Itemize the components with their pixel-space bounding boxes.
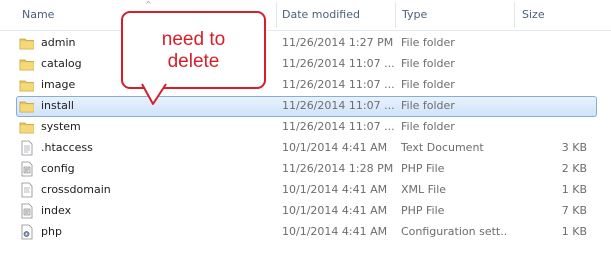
folder-icon (19, 56, 35, 74)
column-divider[interactable] (514, 2, 515, 28)
date-modified: 11/26/2014 1:27 PM (282, 36, 394, 49)
column-divider[interactable] (276, 2, 277, 28)
file-size (520, 117, 587, 137)
file-name: php (41, 225, 62, 238)
file-row-index[interactable]: index 10/1/2014 4:41 AM PHP File 7 KB (0, 201, 611, 221)
file-name: .htaccess (41, 141, 93, 154)
xml-file-icon (19, 182, 35, 200)
file-size: 7 KB (561, 204, 587, 217)
file-row-crossdomain[interactable]: crossdomain 10/1/2014 4:41 AM XML File 1 KB (0, 180, 611, 200)
php-file-icon (19, 161, 35, 179)
callout-pointer (141, 83, 167, 105)
file-size (520, 96, 587, 116)
file-type: Text Document (401, 141, 484, 154)
file-row-dot-htaccess[interactable]: .htaccess 10/1/2014 4:41 AM Text Document 3… (0, 138, 611, 158)
file-type: XML File (401, 183, 447, 196)
config-settings-icon (19, 224, 35, 242)
date-modified: 11/26/2014 1:28 PM (282, 162, 394, 175)
file-type: PHP File (401, 204, 445, 217)
date-modified: 10/1/2014 4:41 AM (282, 204, 388, 217)
file-row-catalog[interactable]: catalog 11/26/2014 11:07 ... File folder (0, 54, 611, 74)
date-modified: 11/26/2014 11:07 ... (282, 120, 394, 133)
column-header-type[interactable]: Type (402, 0, 427, 30)
file-size (520, 75, 587, 95)
file-row-install[interactable]: install 11/26/2014 11:07 ... File folder (0, 96, 611, 117)
file-size: 3 KB (561, 141, 587, 154)
date-modified: 10/1/2014 4:41 AM (282, 225, 388, 238)
column-divider[interactable] (395, 2, 396, 28)
file-size: 1 KB (561, 183, 587, 196)
folder-icon (19, 35, 35, 53)
date-modified: 10/1/2014 4:41 AM (282, 141, 388, 154)
file-size (520, 33, 587, 53)
file-row-system[interactable]: system 11/26/2014 11:07 ... File folder (0, 117, 611, 137)
file-type: File folder (401, 99, 455, 112)
file-size (520, 54, 587, 74)
file-size: 1 KB (561, 225, 587, 238)
date-modified: 11/26/2014 11:07 ... (282, 78, 394, 91)
date-modified: 10/1/2014 4:41 AM (282, 183, 388, 196)
column-header-bar: ^ Name Date modified Type Size (0, 0, 611, 31)
php-file-icon (19, 203, 35, 221)
file-row-config[interactable]: config 11/26/2014 1:28 PM PHP File 2 KB (0, 159, 611, 179)
file-name: index (41, 204, 72, 217)
file-type: File folder (401, 120, 455, 133)
file-row-php[interactable]: php 10/1/2014 4:41 AM Configuration sett..… (0, 222, 611, 242)
date-modified: 11/26/2014 11:07 ... (282, 57, 394, 70)
folder-icon (19, 98, 35, 116)
column-header-size[interactable]: Size (522, 0, 545, 30)
file-type: File folder (401, 36, 455, 49)
file-name: config (41, 162, 75, 175)
folder-icon (19, 77, 35, 95)
file-size: 2 KB (561, 162, 587, 175)
sort-up-icon: ^ (145, 0, 152, 9)
date-modified: 11/26/2014 11:07 ... (282, 99, 394, 112)
column-header-date-modified[interactable]: Date modified (282, 0, 360, 30)
file-type: PHP File (401, 162, 445, 175)
file-type: Configuration sett... (401, 225, 506, 238)
folder-icon (19, 119, 35, 137)
file-type: File folder (401, 78, 455, 91)
file-name: crossdomain (41, 183, 111, 196)
annotation-line-1: need to (161, 29, 226, 50)
column-header-name[interactable]: Name (22, 0, 54, 30)
annotation-line-2: delete (167, 51, 220, 72)
file-row-admin[interactable]: admin 11/26/2014 1:27 PM File folder (0, 33, 611, 53)
file-row-image[interactable]: image 11/26/2014 11:07 ... File folder (0, 75, 611, 95)
text-document-icon (19, 140, 35, 158)
annotation-callout: need to delete (121, 11, 266, 89)
file-type: File folder (401, 57, 455, 70)
file-name: system (41, 120, 81, 133)
annotation-text: need to delete (123, 29, 264, 73)
